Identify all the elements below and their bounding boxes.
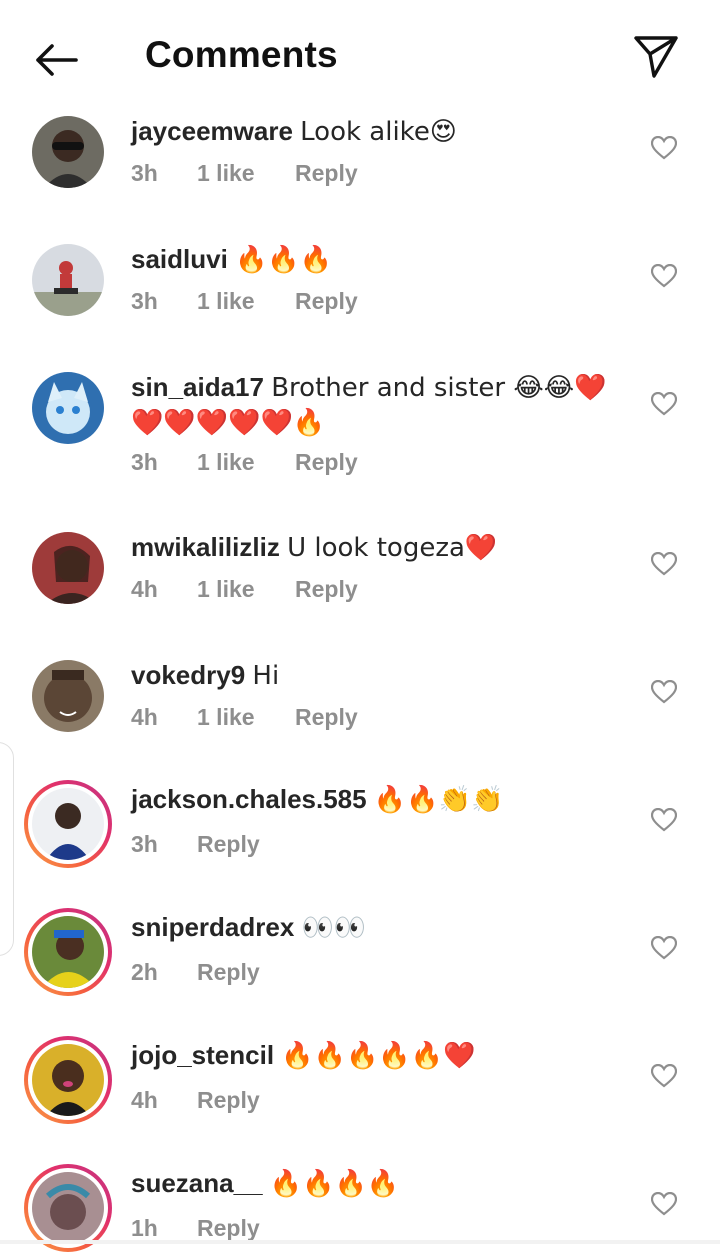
avatar[interactable] bbox=[32, 244, 104, 316]
likes-count[interactable]: 1 like bbox=[197, 449, 255, 476]
reply-button[interactable]: Reply bbox=[295, 288, 358, 315]
username[interactable]: saidluvi bbox=[131, 244, 228, 274]
username[interactable]: mwikalilizliz bbox=[131, 532, 280, 562]
bottom-divider bbox=[0, 1240, 720, 1244]
reply-button[interactable]: Reply bbox=[197, 959, 260, 986]
comment-text: sin_aida17 Brother and sister 😂😂❤️ bbox=[131, 372, 607, 403]
comment-text: mwikalilizliz U look togeza❤️ bbox=[131, 532, 498, 563]
heart-outline-icon bbox=[651, 1064, 677, 1088]
like-button[interactable] bbox=[648, 548, 680, 580]
avatar[interactable] bbox=[32, 532, 104, 604]
like-button[interactable] bbox=[648, 132, 680, 164]
reply-button[interactable]: Reply bbox=[197, 1215, 260, 1242]
avatar[interactable] bbox=[32, 1172, 104, 1244]
username[interactable]: jayceemware bbox=[131, 116, 293, 146]
comment-text: vokedry9 Hi bbox=[131, 660, 280, 691]
heart-outline-icon bbox=[651, 936, 677, 960]
heart-outline-icon bbox=[651, 136, 677, 160]
like-button[interactable] bbox=[648, 260, 680, 292]
timestamp: 3h bbox=[131, 160, 158, 186]
likes-count[interactable]: 1 like bbox=[197, 576, 255, 603]
header-bar: Comments bbox=[0, 0, 720, 110]
reply-button[interactable]: Reply bbox=[295, 704, 358, 731]
username[interactable]: vokedry9 bbox=[131, 660, 245, 690]
reply-button[interactable]: Reply bbox=[197, 831, 260, 858]
back-arrow-icon bbox=[36, 44, 78, 76]
story-ring[interactable] bbox=[24, 1036, 112, 1124]
timestamp: 3h bbox=[131, 449, 158, 475]
share-button[interactable] bbox=[630, 30, 682, 82]
heart-outline-icon bbox=[651, 1192, 677, 1216]
reply-button[interactable]: Reply bbox=[295, 160, 358, 187]
avatar[interactable] bbox=[32, 372, 104, 444]
reply-button[interactable]: Reply bbox=[197, 1087, 260, 1114]
avatar[interactable] bbox=[32, 660, 104, 732]
edge-handle[interactable] bbox=[0, 742, 14, 956]
likes-count[interactable]: 1 like bbox=[197, 288, 255, 315]
reply-button[interactable]: Reply bbox=[295, 449, 358, 476]
timestamp: 2h bbox=[131, 959, 158, 985]
timestamp: 4h bbox=[131, 704, 158, 730]
story-ring[interactable] bbox=[24, 780, 112, 868]
comment-text: suezana__ 🔥🔥🔥🔥 bbox=[131, 1168, 400, 1199]
comment-text: jojo_stencil 🔥🔥🔥🔥🔥❤️ bbox=[131, 1040, 476, 1071]
like-button[interactable] bbox=[648, 804, 680, 836]
heart-outline-icon bbox=[651, 808, 677, 832]
like-button[interactable] bbox=[648, 932, 680, 964]
likes-count[interactable]: 1 like bbox=[197, 704, 255, 731]
like-button[interactable] bbox=[648, 388, 680, 420]
back-button[interactable] bbox=[28, 36, 84, 84]
story-ring[interactable] bbox=[24, 908, 112, 996]
reply-button[interactable]: Reply bbox=[295, 576, 358, 603]
username[interactable]: jojo_stencil bbox=[131, 1040, 274, 1070]
like-button[interactable] bbox=[648, 1188, 680, 1220]
page-title: Comments bbox=[145, 34, 338, 75]
avatar[interactable] bbox=[32, 788, 104, 860]
likes-count[interactable]: 1 like bbox=[197, 160, 255, 187]
like-button[interactable] bbox=[648, 1060, 680, 1092]
username[interactable]: sin_aida17 bbox=[131, 372, 264, 402]
comment-text: jayceemware Look alike😍 bbox=[131, 116, 457, 147]
comment-text-continued: ❤️❤️❤️❤️❤️🔥 bbox=[131, 408, 326, 438]
heart-outline-icon bbox=[651, 264, 677, 288]
like-button[interactable] bbox=[648, 676, 680, 708]
comment-text: sniperdadrex 👀👀 bbox=[131, 912, 367, 943]
avatar[interactable] bbox=[32, 116, 104, 188]
avatar[interactable] bbox=[32, 1044, 104, 1116]
timestamp: 3h bbox=[131, 288, 158, 314]
comment-text: saidluvi 🔥🔥🔥 bbox=[131, 244, 333, 275]
avatar[interactable] bbox=[32, 916, 104, 988]
username[interactable]: sniperdadrex bbox=[131, 912, 294, 942]
paper-plane-icon bbox=[634, 36, 678, 78]
comment-text: jackson.chales.585 🔥🔥👏👏 bbox=[131, 784, 504, 815]
heart-outline-icon bbox=[651, 680, 677, 704]
story-ring[interactable] bbox=[24, 1164, 112, 1252]
timestamp: 4h bbox=[131, 576, 158, 602]
timestamp: 1h bbox=[131, 1215, 158, 1241]
heart-outline-icon bbox=[651, 392, 677, 416]
heart-outline-icon bbox=[651, 552, 677, 576]
username[interactable]: jackson.chales.585 bbox=[131, 784, 367, 814]
username[interactable]: suezana__ bbox=[131, 1168, 263, 1198]
timestamp: 4h bbox=[131, 1087, 158, 1113]
timestamp: 3h bbox=[131, 831, 158, 857]
